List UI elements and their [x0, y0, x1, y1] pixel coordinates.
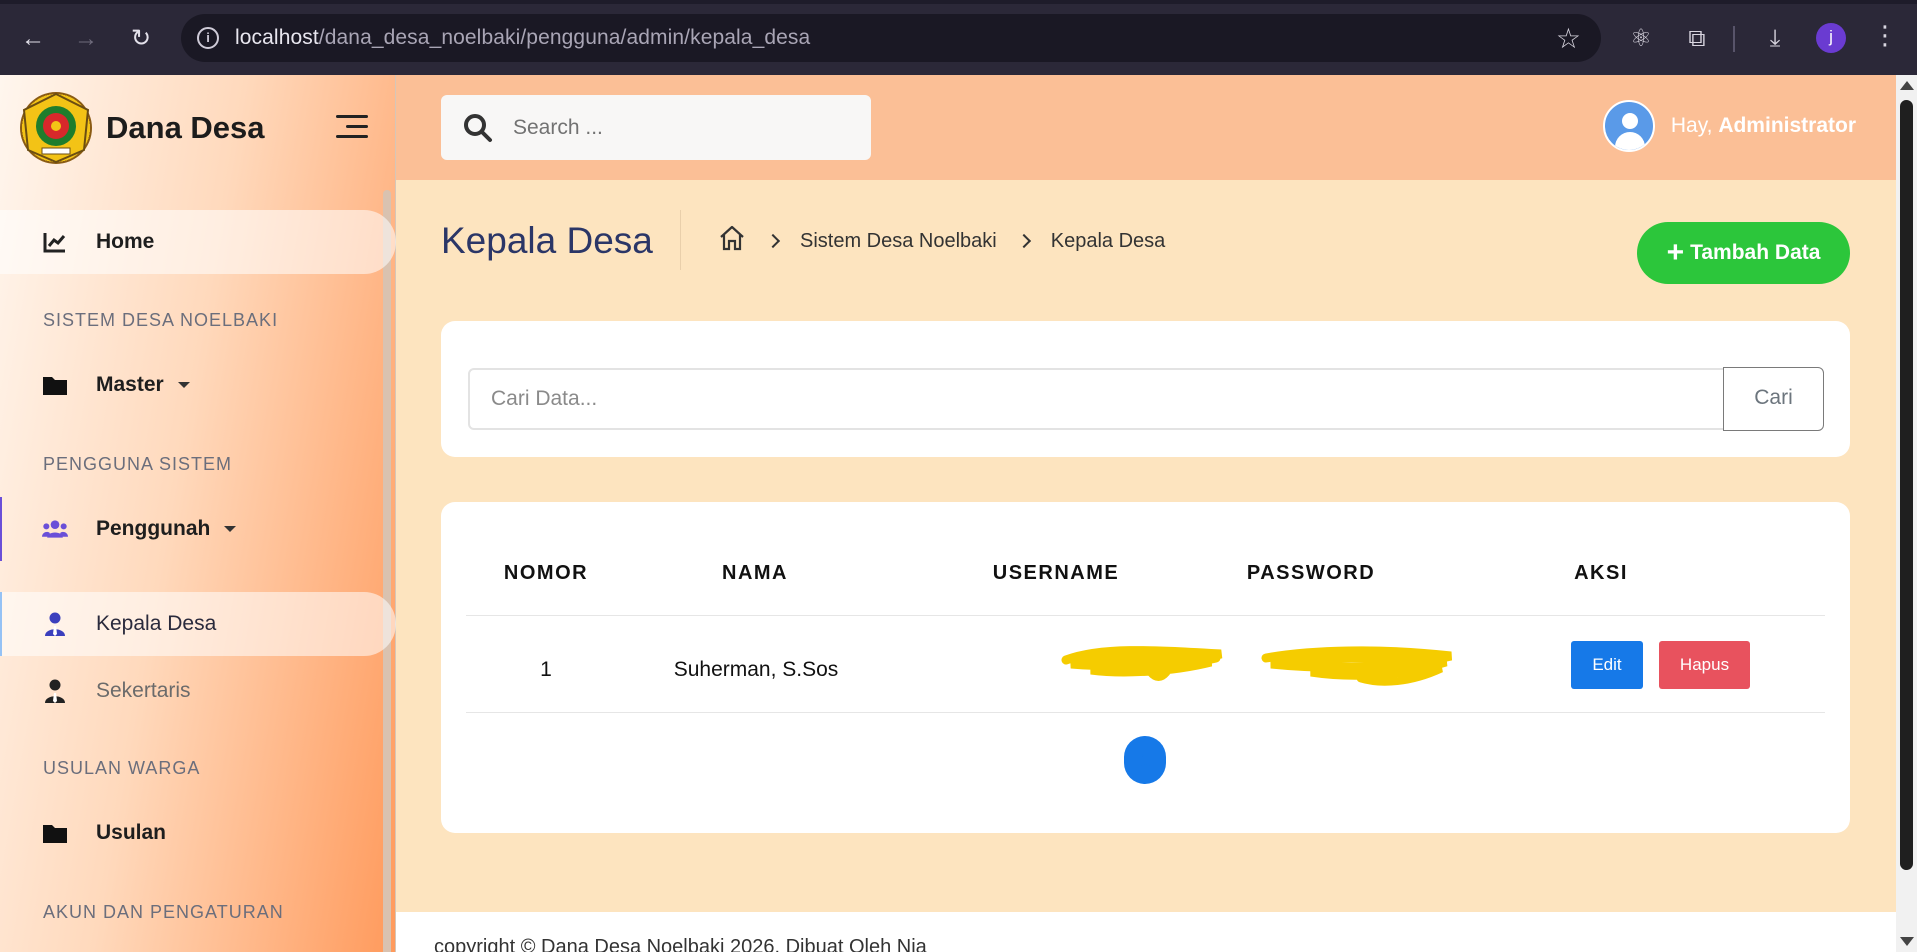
scroll-thumb[interactable] [1900, 100, 1913, 870]
browser-menu-icon[interactable]: ⋮ [1872, 20, 1898, 51]
chevron-right-icon [765, 233, 781, 249]
download-icon[interactable]: ⤓ [1758, 22, 1792, 56]
react-devtools-icon[interactable]: ⚛ [1624, 22, 1658, 56]
brand[interactable]: Dana Desa [20, 92, 265, 164]
filter-input[interactable]: Cari Data... [468, 368, 1726, 430]
scroll-down-icon[interactable] [1900, 937, 1914, 946]
sidebar-item-penggunah[interactable]: Penggunah [0, 497, 396, 561]
user-greeting: Hay, Administrator [1670, 114, 1856, 137]
filter-placeholder: Cari Data... [491, 387, 598, 410]
user-tie-icon [42, 611, 68, 637]
sidebar-item-sekertaris[interactable]: Sekertaris [0, 659, 396, 723]
column-header-password: PASSWORD [1246, 562, 1376, 584]
users-icon [42, 516, 68, 542]
breadcrumb-item: Kepala Desa [1050, 229, 1166, 252]
sidebar-item-usulan[interactable]: Usulan [0, 801, 396, 865]
sidebar-item-label: Kepala Desa [96, 612, 217, 635]
footer-copyright: copyright © Dana Desa Noelbaki 2026. Dib… [434, 936, 927, 952]
sidebar-item-label: Master [96, 373, 190, 397]
cell-nama: Suherman, S.Sos [673, 658, 839, 681]
search-card: Cari Data... Cari [441, 321, 1850, 457]
user-tie-icon [42, 678, 68, 704]
header-divider [466, 615, 1825, 616]
sidebar-heading-usulan: USULAN WARGA [43, 758, 201, 778]
cell-nomor: 1 [540, 658, 552, 681]
chevron-down-icon [177, 382, 190, 389]
scroll-up-icon[interactable] [1900, 81, 1914, 90]
sidebar-item-label: Sekertaris [96, 679, 191, 702]
url-text[interactable]: localhost/dana_desa_noelbaki/pengguna/ad… [235, 26, 810, 50]
user-menu[interactable]: Hay, Administrator [1602, 100, 1856, 152]
breadcrumb-item[interactable]: Sistem Desa Noelbaki [800, 230, 997, 253]
browser-chrome: ← → ↻ i localhost/dana_desa_noelbaki/pen… [0, 0, 1917, 75]
toolbar-divider [1733, 26, 1735, 52]
folder-icon [42, 820, 68, 846]
search-input[interactable]: Search ... [441, 95, 871, 160]
sidebar-item-label: Home [96, 230, 155, 253]
avatar[interactable] [1602, 100, 1655, 152]
sidebar-item-home[interactable]: Home [0, 210, 396, 274]
sidebar: Dana Desa Home SISTEM DESA NOELBAKI Mast… [0, 75, 396, 952]
bookmark-star-icon[interactable]: ☆ [1556, 22, 1581, 55]
search-icon [463, 113, 493, 143]
column-header-nomor: NOMOR [503, 562, 589, 584]
sidebar-heading-pengguna: PENGGUNA SISTEM [43, 454, 233, 474]
plus-icon: + [1666, 236, 1685, 269]
chevron-down-icon [224, 526, 237, 533]
site-info-icon[interactable]: i [197, 27, 219, 49]
breadcrumb: Sistem Desa Noelbaki Kepala Desa [718, 225, 1165, 257]
footer: copyright © Dana Desa Noelbaki 2026. Dib… [396, 912, 1896, 952]
reload-icon[interactable]: ↻ [124, 22, 158, 56]
pagination-page-1[interactable]: 1 [1124, 736, 1166, 784]
extensions-icon[interactable]: ⧉ [1680, 22, 1714, 56]
search-placeholder: Search ... [513, 116, 603, 139]
sidebar-item-label: Penggunah [96, 517, 237, 541]
title-divider [680, 210, 681, 270]
redacted-username-scribble [1061, 646, 1223, 681]
sidebar-item-kepala-desa[interactable]: Kepala Desa [0, 592, 396, 656]
page-scrollbar[interactable] [1896, 75, 1917, 952]
redacted-password-scribble [1261, 646, 1453, 686]
home-icon[interactable] [718, 225, 746, 257]
brand-name: Dana Desa [106, 110, 265, 145]
page-title: Kepala Desa [441, 220, 653, 261]
sidebar-heading-akun: AKUN DAN PENGATURAN [43, 902, 284, 922]
folder-icon [42, 372, 68, 398]
delete-button[interactable]: Hapus [1659, 641, 1750, 689]
profile-avatar[interactable]: j [1816, 23, 1846, 53]
sidebar-item-master[interactable]: Master [0, 353, 396, 417]
chart-line-icon [42, 229, 68, 255]
row-divider [466, 712, 1825, 713]
forward-icon[interactable]: → [69, 22, 103, 56]
sidebar-item-label: Usulan [96, 821, 167, 844]
column-header-username: USERNAME [992, 562, 1120, 584]
top-bar: Search ... Hay, Administrator [396, 75, 1896, 180]
chevron-right-icon [1016, 233, 1031, 249]
address-bar[interactable]: i localhost/dana_desa_noelbaki/pengguna/… [181, 14, 1601, 62]
column-header-nama: NAMA [722, 562, 788, 584]
table-card: NOMOR NAMA USERNAME PASSWORD AKSI 1 Suhe… [441, 502, 1850, 833]
tab-strip [0, 0, 1917, 4]
back-icon[interactable]: ← [16, 22, 50, 56]
search-button[interactable]: Cari [1723, 367, 1824, 431]
edit-button[interactable]: Edit [1571, 641, 1643, 689]
village-logo [20, 92, 92, 164]
column-header-aksi: AKSI [1574, 562, 1628, 584]
page-viewport: Dana Desa Home SISTEM DESA NOELBAKI Mast… [0, 75, 1917, 952]
menu-toggle-icon[interactable] [336, 115, 368, 141]
add-data-button[interactable]: + Tambah Data [1637, 222, 1850, 284]
sidebar-heading-sistem: SISTEM DESA NOELBAKI [43, 310, 279, 330]
